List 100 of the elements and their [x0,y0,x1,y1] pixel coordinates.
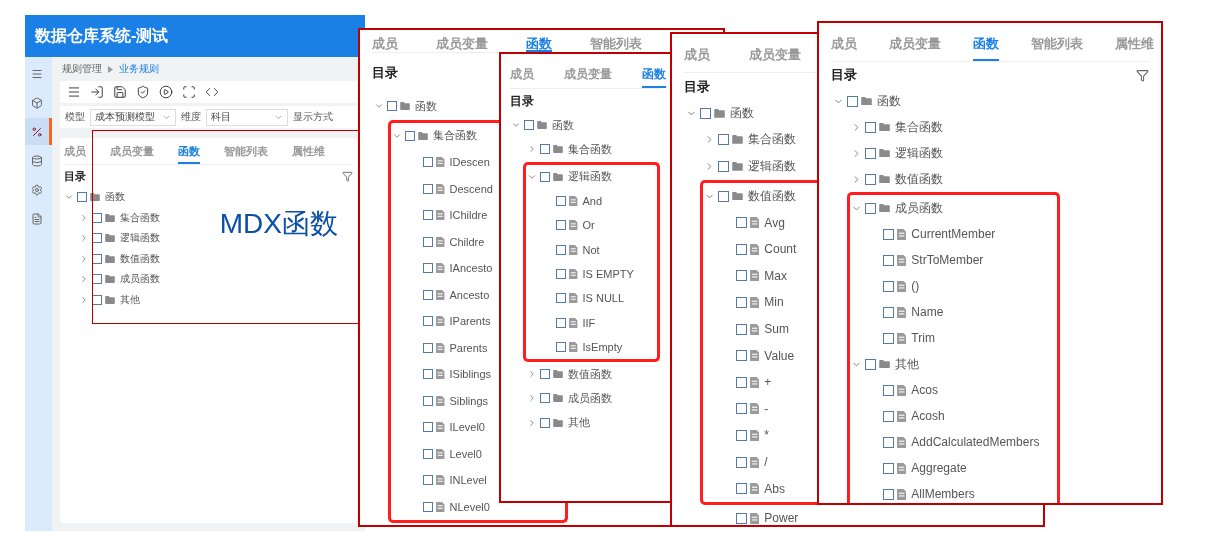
checkbox[interactable] [736,217,747,229]
checkbox[interactable] [883,332,894,344]
checkbox[interactable] [865,173,876,185]
checkbox[interactable] [736,270,747,282]
tree-label[interactable]: 集合函数 [120,210,160,225]
checkbox[interactable] [883,306,894,318]
chevron-icon[interactable] [527,144,537,155]
tree-label[interactable]: 成员函数 [568,390,612,406]
tree-label[interactable]: Siblings [449,394,489,407]
tree-label[interactable]: 其他 [120,292,140,307]
checkbox[interactable] [423,369,433,380]
play-icon[interactable] [159,85,173,99]
tree-label[interactable]: ILevel0 [449,421,485,434]
checkbox[interactable] [736,296,747,308]
checkbox[interactable] [865,202,876,214]
tree-label[interactable]: 集合函数 [433,128,477,144]
breadcrumb-link[interactable]: 业务规则 [119,62,159,76]
tree-label[interactable]: 函数 [415,98,437,114]
tree-label[interactable]: Max [764,268,787,283]
checkbox[interactable] [556,196,566,207]
checkbox[interactable] [423,316,433,327]
tree-label[interactable]: 逻辑函数 [895,144,943,162]
tree-label[interactable]: NLevel0 [449,500,490,513]
tab[interactable]: 函数 [642,62,666,88]
checkbox[interactable] [423,263,433,274]
checkbox[interactable] [423,183,433,194]
tree-label[interactable]: Value [764,348,795,363]
tree-label[interactable]: IsEmpty [582,340,623,353]
tree-label[interactable]: IDescen [449,156,490,169]
tree-label[interactable]: () [911,279,920,293]
tree-label[interactable]: Descend [449,182,493,195]
tree-label[interactable]: 数值函数 [895,170,943,188]
tree-label[interactable]: - [764,401,769,416]
tree-label[interactable]: Ancesto [449,288,490,301]
checkbox[interactable] [736,350,747,362]
tree-label[interactable]: Avg [764,215,785,230]
tree-label[interactable]: 其他 [895,355,919,373]
checkbox[interactable] [540,171,550,182]
checkbox[interactable] [883,462,894,474]
checkbox[interactable] [883,410,894,422]
checkbox[interactable] [556,220,566,231]
tree-label[interactable]: 成员函数 [120,272,160,287]
checkbox[interactable] [718,161,729,172]
tree-label[interactable]: 数值函数 [748,187,796,205]
import-icon[interactable] [90,85,104,99]
tree-label[interactable]: Acosh [911,409,945,423]
checkbox[interactable] [865,358,876,370]
tree-label[interactable]: 函数 [552,117,574,133]
checkbox[interactable] [92,274,102,285]
tree-label[interactable]: Level0 [449,447,482,460]
tree-label[interactable]: IS EMPTY [582,267,634,280]
chevron-icon[interactable] [527,369,537,380]
breadcrumb-link[interactable]: 规则管理 [62,62,102,76]
checkbox[interactable] [883,384,894,396]
sidebar-item[interactable] [25,118,52,145]
tree-label[interactable]: Abs [764,481,786,496]
checkbox[interactable] [883,488,894,500]
tree-label[interactable]: IS NULL [582,292,625,305]
checkbox[interactable] [92,294,102,305]
tree-label[interactable]: IAncesto [449,262,493,275]
checkbox[interactable] [556,317,566,328]
filter-icon[interactable] [1136,68,1149,82]
shield-icon[interactable] [136,85,150,99]
settings-icon[interactable] [31,183,43,196]
checkbox[interactable] [540,417,550,428]
tree-label[interactable]: 逻辑函数 [748,158,796,175]
checkbox[interactable] [540,393,550,404]
percent-icon[interactable] [31,125,43,138]
checkbox[interactable] [423,289,433,300]
tree-label[interactable]: 集合函数 [895,118,943,136]
tree-label[interactable]: CurrentMember [911,227,996,241]
checkbox[interactable] [540,369,550,380]
checkbox[interactable] [883,228,894,240]
tree-label[interactable]: Not [582,243,600,256]
checkbox[interactable] [736,429,747,441]
tree-label[interactable]: / [764,455,768,469]
cube-icon[interactable] [31,96,43,109]
checkbox[interactable] [718,190,729,202]
checkbox[interactable] [524,120,534,131]
document-icon[interactable] [31,212,43,225]
checkbox[interactable] [556,268,566,279]
tree-label[interactable]: Count [764,242,797,257]
checkbox[interactable] [736,243,747,255]
tree-label[interactable]: Sum [764,322,790,337]
tree-label[interactable]: AllMembers [911,487,975,501]
menu-icon[interactable] [67,85,81,99]
checkbox[interactable] [423,475,433,486]
checkbox[interactable] [423,342,433,353]
tree-label[interactable]: 函数 [105,190,125,205]
select-field[interactable]: 成本预测模型 [90,108,176,126]
checkbox[interactable] [77,192,87,203]
checkbox[interactable] [865,121,876,133]
tree-label[interactable]: Min [764,295,784,310]
menu-icon[interactable] [31,67,43,80]
tree-label[interactable]: Acos [911,383,939,397]
checkbox[interactable] [387,101,397,112]
checkbox[interactable] [423,395,433,406]
tree-label[interactable]: AddCalculatedMembers [911,435,1040,449]
checkbox[interactable] [423,157,433,168]
save-icon[interactable] [113,85,127,99]
